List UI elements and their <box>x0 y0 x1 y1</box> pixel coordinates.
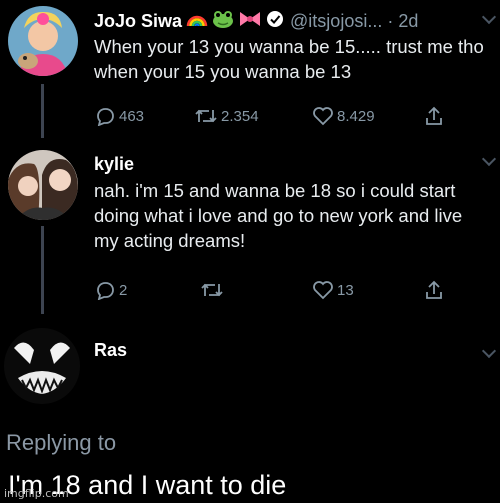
share-icon <box>426 280 442 299</box>
verified-badge-icon <box>266 10 284 33</box>
tweet-text: When your 13 you wanna be 15..... trust … <box>94 36 484 82</box>
author-handle[interactable]: @itsjojosi... <box>290 11 382 32</box>
heart-icon <box>313 107 333 126</box>
bow-icon <box>238 10 262 33</box>
author-name[interactable]: kylie <box>94 154 134 175</box>
tweet-header: JoJo Siwa @itsjojosi... · 2d <box>94 10 418 33</box>
chevron-down-icon[interactable] <box>481 343 497 359</box>
retweet-count: 2.354 <box>221 107 259 125</box>
retweet-button[interactable]: 2.354 <box>194 106 259 126</box>
avatar-jojo[interactable] <box>8 6 78 76</box>
like-count: 13 <box>337 281 354 299</box>
avatar-kylie[interactable] <box>8 150 78 220</box>
tweet-actions: 2 13 <box>94 278 454 302</box>
thread-line <box>41 226 44 314</box>
chevron-down-icon[interactable] <box>481 151 497 167</box>
tweet-text: nah. i'm 15 and wanna be 18 so i could s… <box>94 180 463 251</box>
reply-count: 463 <box>119 107 145 125</box>
like-count: 8.429 <box>337 107 375 125</box>
like-button[interactable]: 8.429 <box>312 106 375 126</box>
author-name[interactable]: Ras <box>94 340 127 361</box>
avatar-ras[interactable] <box>4 328 80 404</box>
frog-icon <box>212 10 234 33</box>
tweet-header: kylie <box>94 154 134 175</box>
reply-button[interactable]: 463 <box>94 106 144 126</box>
share-button[interactable] <box>424 105 447 127</box>
heart-icon <box>313 281 333 300</box>
reply-button[interactable]: 2 <box>94 280 127 300</box>
retweet-icon <box>195 109 217 123</box>
tweet-time[interactable]: · 2d <box>387 11 418 32</box>
thread-line <box>41 84 44 138</box>
tweet-header: Ras <box>94 340 127 361</box>
rainbow-icon <box>186 10 208 33</box>
like-button[interactable]: 13 <box>312 280 354 300</box>
author-name[interactable]: JoJo Siwa <box>94 11 182 32</box>
share-button[interactable] <box>424 279 447 301</box>
tweet-thread: JoJo Siwa @itsjojosi... · 2d When your 1… <box>0 0 500 503</box>
reply-icon <box>97 282 114 300</box>
reply-icon <box>97 108 114 126</box>
chevron-down-icon[interactable] <box>481 9 497 25</box>
watermark: imgflip.com <box>4 487 69 500</box>
retweet-icon <box>201 283 223 297</box>
retweet-button[interactable] <box>200 280 227 300</box>
tweet-actions: 463 2.354 8.429 <box>94 104 454 128</box>
replying-to-label: Replying to <box>6 430 117 455</box>
share-icon <box>426 106 442 125</box>
reply-count: 2 <box>119 281 128 299</box>
